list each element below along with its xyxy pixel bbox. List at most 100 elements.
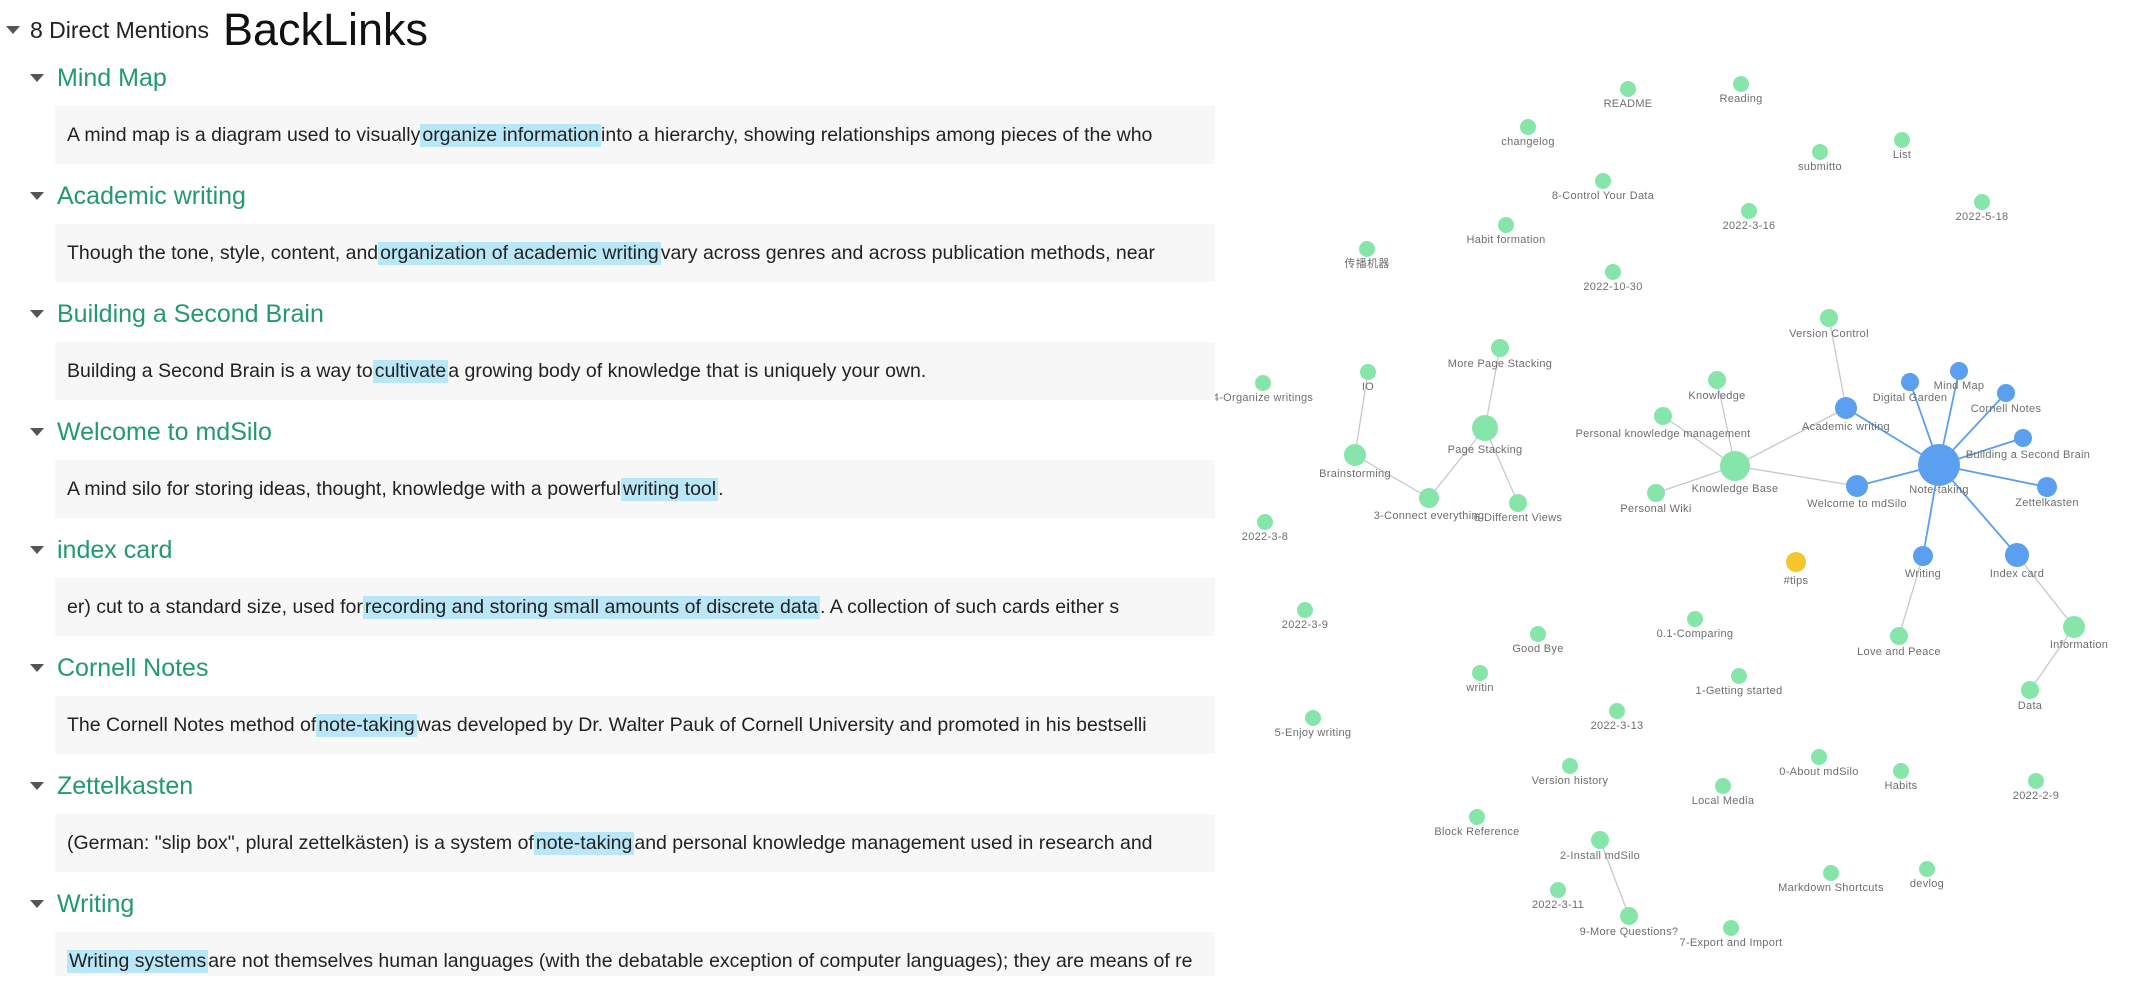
graph-node-dot[interactable] — [1720, 451, 1750, 481]
graph-node-dot[interactable] — [1997, 384, 2015, 402]
graph-node[interactable]: devlog — [1910, 861, 1944, 890]
graph-node[interactable]: Knowledge Base — [1692, 451, 1779, 495]
graph-node-dot[interactable] — [1609, 703, 1625, 719]
graph-node-dot[interactable] — [1786, 552, 1806, 572]
graph-node-dot[interactable] — [1974, 194, 1990, 210]
highlighted-link[interactable]: note-taking — [533, 831, 635, 855]
highlighted-link[interactable]: organize information — [420, 123, 602, 147]
direct-mentions-toggle[interactable]: 8 Direct Mentions — [30, 17, 209, 44]
graph-node-dot[interactable] — [1723, 920, 1739, 936]
graph-node-dot[interactable] — [1647, 484, 1665, 502]
backlink-snippet[interactable]: A mind silo for storing ideas, thought, … — [55, 460, 1215, 518]
graph-node[interactable]: More Page Stacking — [1448, 339, 1552, 370]
collapse-item-icon[interactable] — [30, 310, 44, 318]
backlink-snippet[interactable]: Writing systems are not themselves human… — [55, 932, 1215, 976]
graph-node-dot[interactable] — [1620, 81, 1636, 97]
graph-node[interactable]: Index card — [1990, 543, 2044, 580]
graph-node[interactable]: changelog — [1501, 119, 1554, 148]
graph-node[interactable]: 2-Install mdSilo — [1560, 831, 1640, 862]
backlink-note-title[interactable]: Writing — [57, 890, 134, 919]
highlighted-link[interactable]: recording and storing small amounts of d… — [362, 595, 820, 619]
backlink-note-title[interactable]: index card — [57, 536, 172, 565]
backlink-note-title[interactable]: Cornell Notes — [57, 654, 208, 683]
graph-node-dot[interactable] — [1741, 203, 1757, 219]
graph-canvas[interactable]: README Reading changelog submitto List 8-Cont… — [1213, 0, 2144, 976]
graph-node-dot[interactable] — [1562, 758, 1578, 774]
graph-node-dot[interactable] — [1890, 627, 1908, 645]
collapse-item-icon[interactable] — [30, 192, 44, 200]
graph-node[interactable]: Version history — [1532, 758, 1609, 787]
graph-node-dot[interactable] — [1820, 309, 1838, 327]
graph-node-dot[interactable] — [1731, 668, 1747, 684]
highlighted-link[interactable]: note-taking — [316, 713, 417, 737]
graph-node[interactable]: submitto — [1798, 144, 1842, 173]
graph-node[interactable]: 4-Organize writings — [1213, 375, 1313, 404]
graph-node-dot[interactable] — [2063, 616, 2085, 638]
graph-node[interactable]: List — [1893, 132, 1911, 161]
graph-node[interactable]: Markdown Shortcuts — [1778, 865, 1884, 894]
graph-node-dot[interactable] — [1812, 144, 1828, 160]
graph-node[interactable]: 1-Getting started — [1695, 668, 1782, 697]
highlighted-link[interactable]: Writing systems — [67, 949, 209, 973]
graph-node[interactable]: 2022-5-18 — [1956, 194, 2009, 223]
graph-node[interactable]: 2022-3-13 — [1591, 703, 1644, 732]
graph-node[interactable]: Data — [2018, 681, 2043, 712]
graph-node-dot[interactable] — [2021, 681, 2039, 699]
graph-node[interactable]: 5-Enjoy writing — [1275, 710, 1352, 739]
graph-node-dot[interactable] — [1530, 626, 1546, 642]
graph-node[interactable]: 0.1-Comparing — [1657, 611, 1734, 640]
collapse-item-icon[interactable] — [30, 428, 44, 436]
graph-node[interactable]: 7-Export and Import — [1680, 920, 1783, 949]
graph-node-dot[interactable] — [2028, 773, 2044, 789]
graph-node-dot[interactable] — [1255, 375, 1271, 391]
graph-node[interactable]: Local Media — [1692, 778, 1755, 807]
graph-node[interactable]: Version Control — [1789, 309, 1869, 340]
collapse-item-icon[interactable] — [30, 900, 44, 908]
collapse-mentions-icon[interactable] — [6, 26, 20, 34]
graph-node-dot[interactable] — [1687, 611, 1703, 627]
graph-node-dot[interactable] — [1360, 364, 1376, 380]
graph-node[interactable]: Information — [2050, 616, 2108, 651]
graph-node-dot[interactable] — [1550, 882, 1566, 898]
backlink-note-title[interactable]: Academic writing — [57, 182, 246, 211]
graph-node[interactable]: IO — [1360, 364, 1376, 393]
collapse-item-icon[interactable] — [30, 782, 44, 790]
graph-node-dot[interactable] — [1913, 546, 1933, 566]
graph-node-dot[interactable] — [1595, 173, 1611, 189]
graph-node-dot[interactable] — [2014, 429, 2032, 447]
graph-node[interactable]: 传播机器 — [1344, 241, 1389, 270]
backlink-note-title[interactable]: Zettelkasten — [57, 772, 193, 801]
graph-node[interactable]: Love and Peace — [1857, 627, 1941, 658]
collapse-item-icon[interactable] — [30, 546, 44, 554]
graph-node-dot[interactable] — [2005, 543, 2029, 567]
backlink-note-title[interactable]: Welcome to mdSilo — [57, 418, 272, 447]
graph-node-dot[interactable] — [1498, 217, 1514, 233]
graph-node-dot[interactable] — [1620, 907, 1638, 925]
highlighted-link[interactable]: cultivate — [372, 359, 449, 383]
graph-node[interactable]: 9-More Questions? — [1580, 907, 1679, 938]
graph-node[interactable]: Building a Second Brain — [1966, 429, 2090, 461]
graph-node[interactable]: 6-Different Views — [1474, 494, 1563, 524]
graph-node[interactable]: 2022-10-30 — [1583, 264, 1642, 293]
graph-node[interactable]: writin — [1465, 665, 1493, 694]
graph-node-dot[interactable] — [1509, 494, 1527, 512]
graph-node-dot[interactable] — [1491, 339, 1509, 357]
collapse-item-icon[interactable] — [30, 74, 44, 82]
graph-node[interactable]: Reading — [1719, 76, 1762, 105]
backlink-snippet[interactable]: A mind map is a diagram used to visually… — [55, 106, 1215, 164]
graph-node-dot[interactable] — [1419, 488, 1439, 508]
graph-node-dot[interactable] — [1708, 371, 1726, 389]
graph-node[interactable]: Writing — [1905, 546, 1941, 580]
backlink-snippet[interactable]: (German: "slip box", plural zettelkästen… — [55, 814, 1215, 872]
graph-node-dot[interactable] — [1297, 602, 1313, 618]
graph-node[interactable]: 2022-3-8 — [1242, 514, 1288, 543]
backlink-snippet[interactable]: The Cornell Notes method of note-taking … — [55, 696, 1215, 754]
graph-node-dot[interactable] — [1901, 373, 1919, 391]
graph-node[interactable]: Brainstorming — [1319, 444, 1391, 480]
note-graph-view[interactable]: README Reading changelog submitto List 8-Cont… — [1213, 0, 2144, 976]
graph-node-dot[interactable] — [1605, 264, 1621, 280]
backlink-snippet[interactable]: er) cut to a standard size, used for rec… — [55, 578, 1215, 636]
graph-node[interactable]: 3-Connect everything — [1374, 488, 1485, 522]
graph-node[interactable]: README — [1604, 81, 1653, 110]
highlighted-link[interactable]: organization of academic writing — [378, 241, 661, 265]
